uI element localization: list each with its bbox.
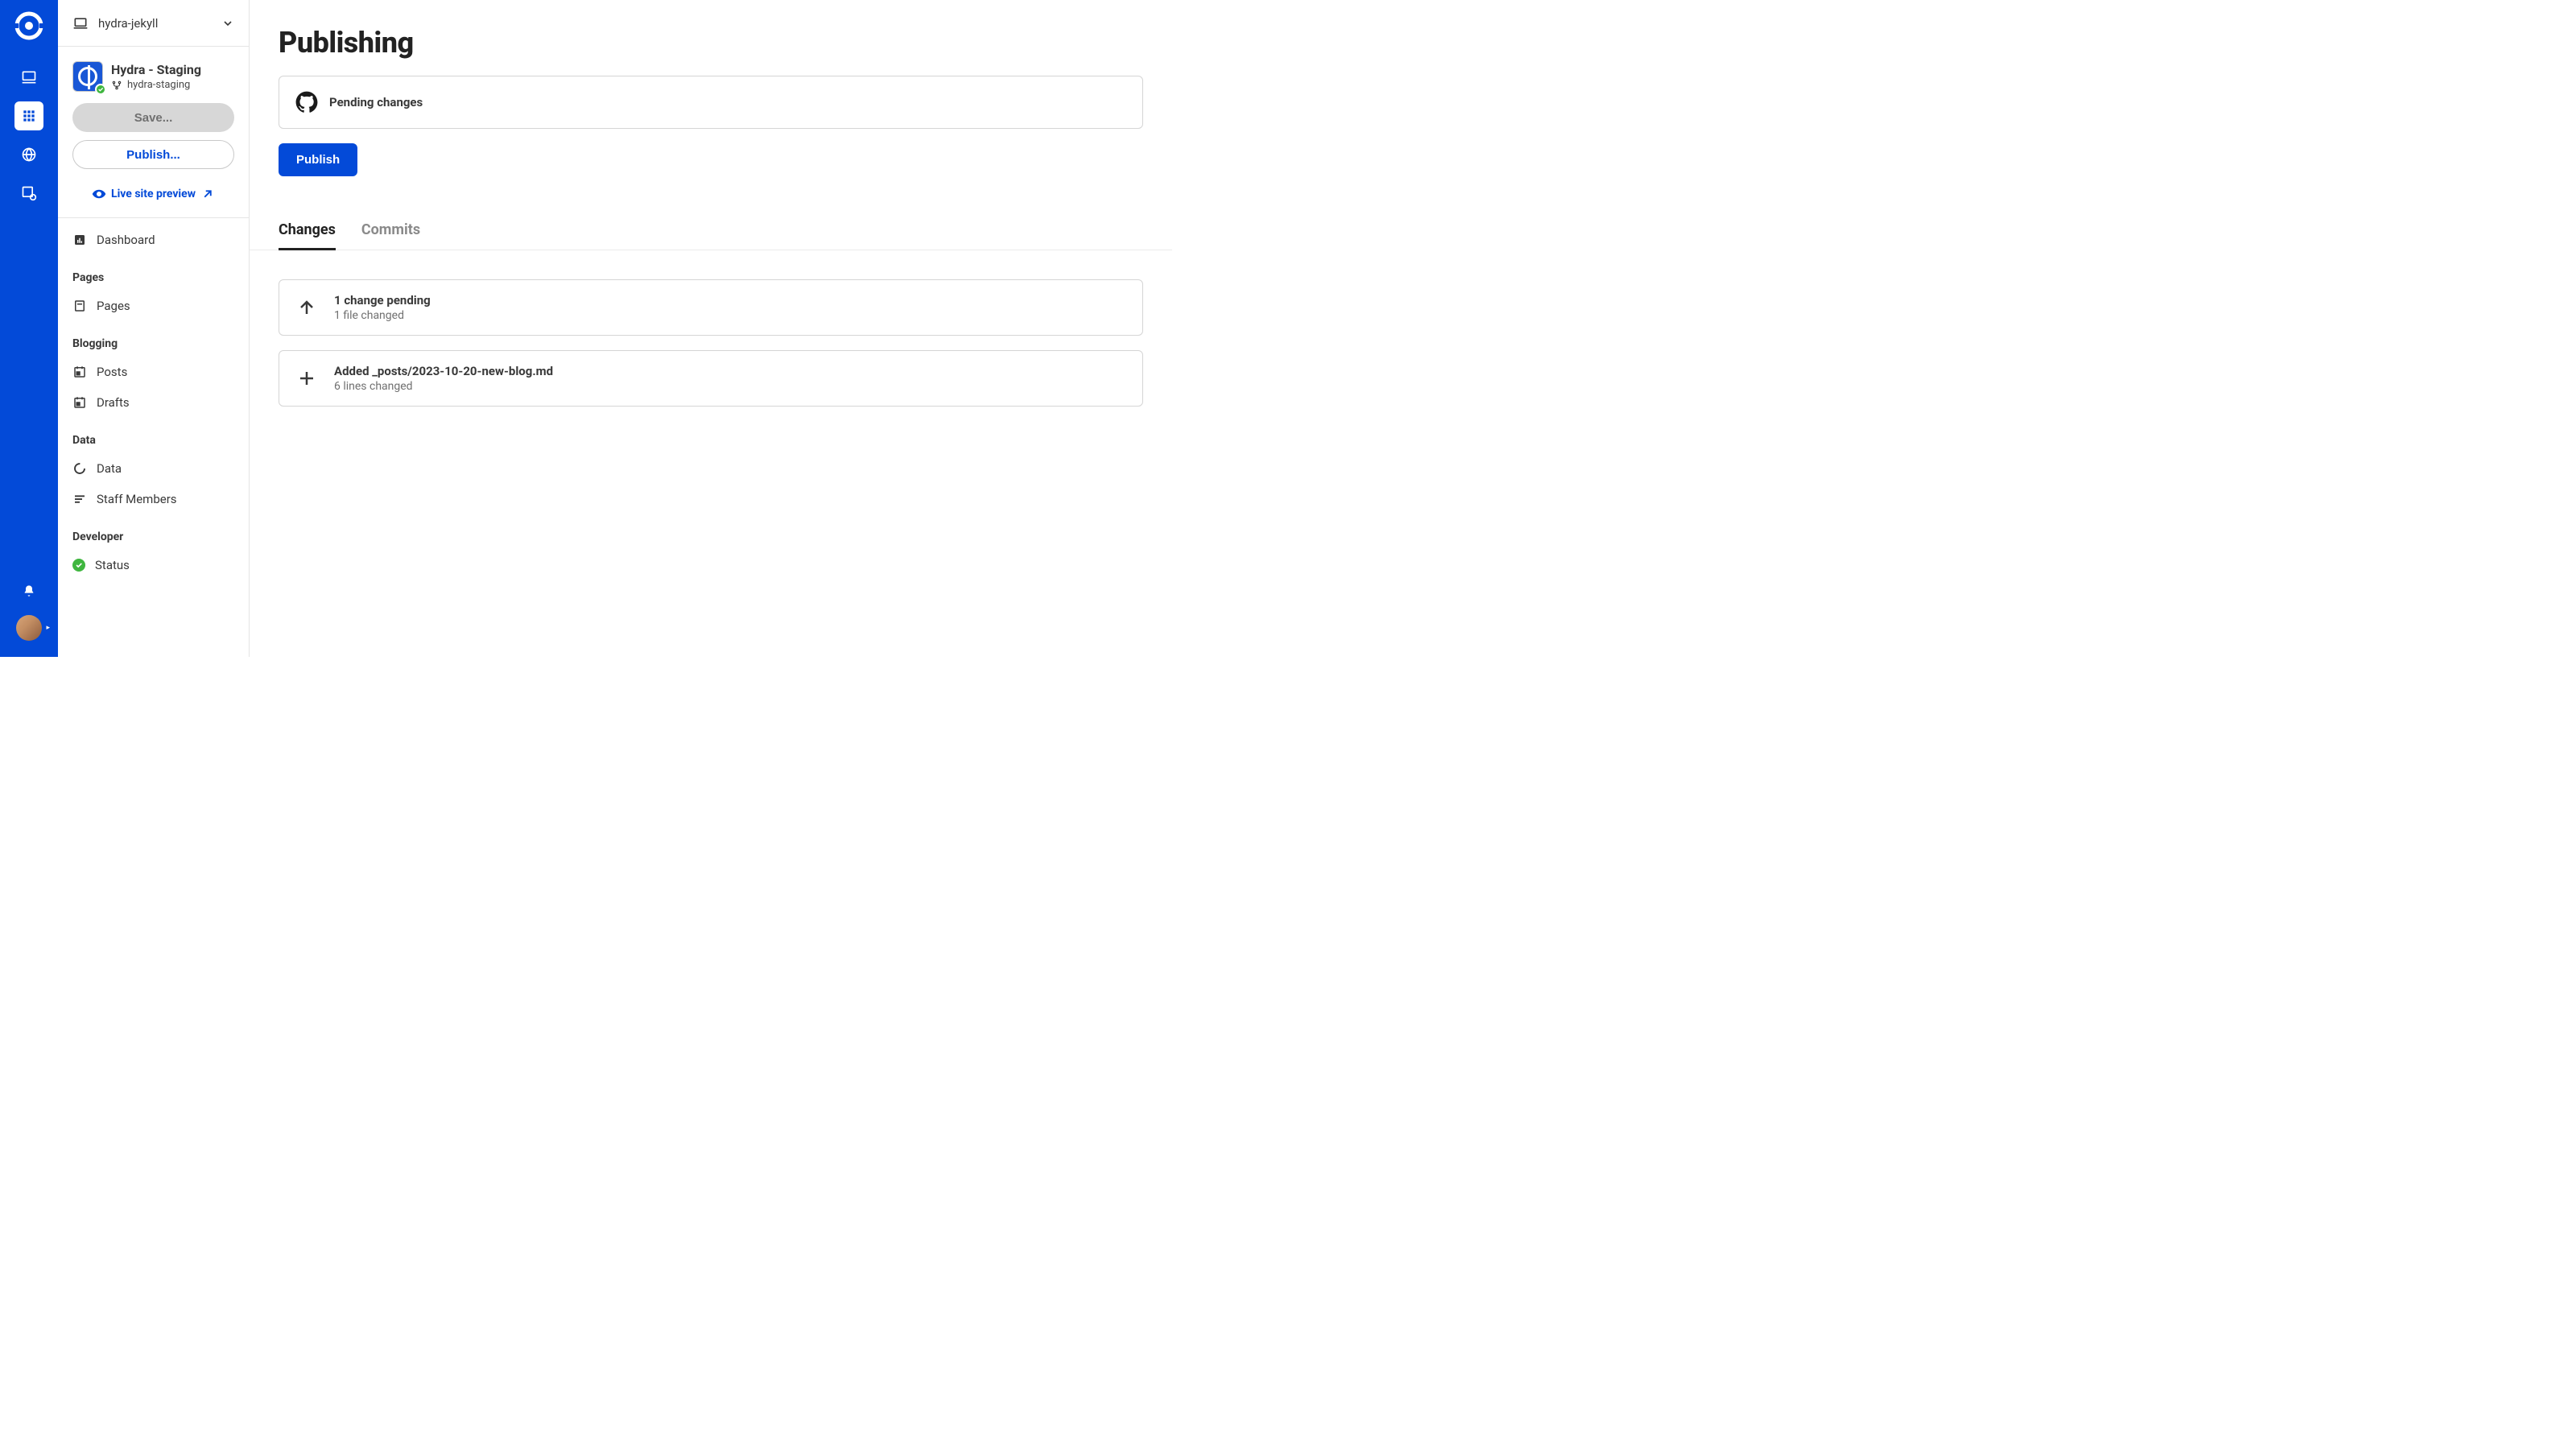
page-title: Publishing <box>279 26 1143 60</box>
nav-staff-members[interactable]: Staff Members <box>58 484 249 514</box>
site-switcher[interactable]: hydra-jekyll <box>58 0 249 47</box>
publish-primary-button[interactable]: Publish <box>279 143 357 176</box>
change-summary-card[interactable]: 1 change pending 1 file changed <box>279 279 1143 336</box>
arrow-up-icon <box>295 296 318 319</box>
nav-dashboard[interactable]: Dashboard <box>58 225 249 255</box>
changes-list: 1 change pending 1 file changed Added _p… <box>279 279 1143 407</box>
publish-button[interactable]: Publish... <box>72 140 234 169</box>
rail-settings-icon[interactable] <box>14 179 43 208</box>
nav-status[interactable]: Status <box>58 550 249 580</box>
calendar-icon <box>72 395 87 410</box>
project-branch: hydra-staging <box>111 79 201 91</box>
external-link-icon <box>200 187 215 201</box>
github-icon <box>295 91 318 114</box>
nav-data[interactable]: Data <box>58 453 249 484</box>
site-name: hydra-jekyll <box>98 16 212 31</box>
status-badge-icon <box>95 84 106 95</box>
sidebar-nav: Dashboard Pages Pages Blogging Posts Dra… <box>58 218 249 657</box>
data-icon <box>72 461 87 476</box>
eye-icon <box>92 187 106 201</box>
main-content: Publishing Pending changes Publish Chang… <box>250 0 1172 657</box>
status-ok-icon <box>72 559 85 572</box>
nav-drafts[interactable]: Drafts <box>58 387 249 418</box>
tab-commits[interactable]: Commits <box>361 221 420 250</box>
live-preview-link[interactable]: Live site preview <box>72 177 234 203</box>
rail-apps-icon[interactable] <box>14 101 43 130</box>
notifications-icon[interactable] <box>14 576 43 605</box>
tab-changes[interactable]: Changes <box>279 221 336 250</box>
change-title: 1 change pending <box>334 293 431 308</box>
plus-icon <box>295 367 318 390</box>
save-button: Save... <box>72 103 234 132</box>
nav-heading-data: Data <box>58 418 249 453</box>
page-icon <box>72 299 87 313</box>
nav-posts[interactable]: Posts <box>58 357 249 387</box>
change-subtitle: 1 file changed <box>334 309 431 322</box>
action-buttons: Save... Publish... Live site preview <box>58 103 249 218</box>
branch-icon <box>111 80 122 91</box>
nav-pages[interactable]: Pages <box>58 291 249 321</box>
user-avatar[interactable]: ▸ <box>16 615 42 641</box>
change-file-card[interactable]: Added _posts/2023-10-20-new-blog.md 6 li… <box>279 350 1143 407</box>
dashboard-icon <box>72 233 87 247</box>
change-subtitle: 6 lines changed <box>334 380 553 393</box>
rail-globe-icon[interactable] <box>14 140 43 169</box>
nav-heading-blogging: Blogging <box>58 321 249 357</box>
app-rail: ▸ <box>0 0 58 657</box>
change-title: Added _posts/2023-10-20-new-blog.md <box>334 364 553 378</box>
nav-heading-developer: Developer <box>58 514 249 550</box>
chevron-right-icon: ▸ <box>46 624 50 632</box>
rail-sites-icon[interactable] <box>14 63 43 92</box>
chevron-down-icon <box>221 17 234 30</box>
calendar-icon <box>72 365 87 379</box>
project-header[interactable]: Hydra - Staging hydra-staging <box>58 47 249 103</box>
app-logo-icon <box>14 11 43 40</box>
laptop-icon <box>72 15 89 31</box>
pending-label: Pending changes <box>329 95 423 109</box>
list-icon <box>72 492 87 506</box>
sidebar: hydra-jekyll Hydra - Staging hydra-stagi… <box>58 0 250 657</box>
nav-heading-pages: Pages <box>58 255 249 291</box>
pending-changes-card: Pending changes <box>279 76 1143 129</box>
tabs: Changes Commits <box>250 221 1172 250</box>
project-title: Hydra - Staging <box>111 62 201 77</box>
